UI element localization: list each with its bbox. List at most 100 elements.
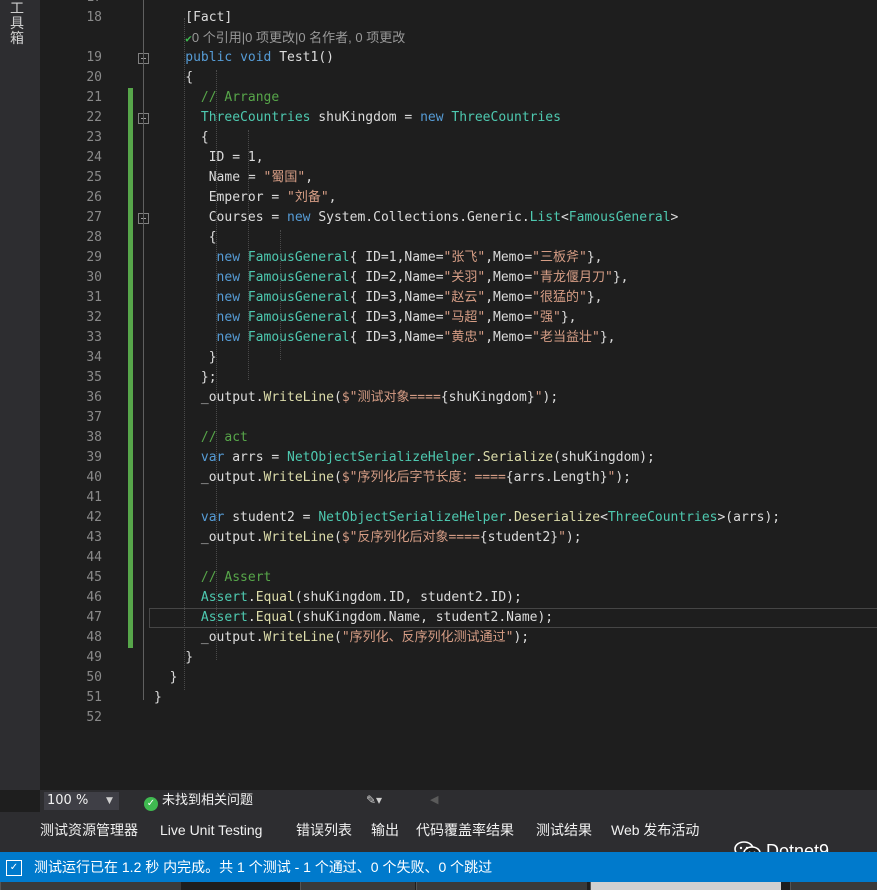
code-line[interactable]: new FamousGeneral{ ID=3,Name="黄忠",Memo="…	[217, 328, 616, 348]
code-line[interactable]: Emperor = "刘备",	[209, 188, 337, 208]
tab-code-coverage[interactable]: 代码覆盖率结果	[416, 821, 514, 839]
code-line[interactable]: _output.WriteLine($"测试对象===={shuKingdom}…	[201, 388, 558, 408]
tab-output[interactable]: 输出	[371, 821, 399, 839]
code-token: WriteLine	[263, 530, 334, 545]
code-line[interactable]: Courses = new System.Collections.Generic…	[209, 208, 679, 228]
code-token: WriteLine	[263, 630, 334, 645]
code-line[interactable]: new FamousGeneral{ ID=2,Name="关羽",Memo="…	[217, 268, 629, 288]
code-token: new	[287, 210, 311, 225]
tab-error-list[interactable]: 错误列表	[296, 821, 352, 839]
code-line[interactable]: };	[201, 368, 217, 388]
code-token: },	[599, 330, 616, 345]
code-line[interactable]: [Fact]	[185, 8, 232, 28]
test-status-icon[interactable]: ✓	[6, 860, 22, 876]
code-token: FamousGeneral	[247, 250, 350, 265]
code-line[interactable]: ✔0 个引用|0 项更改|0 名作者, 0 项更改	[185, 28, 405, 48]
line-number: 23	[86, 130, 102, 145]
code-token: "张飞"	[443, 250, 486, 265]
code-token: "关羽"	[443, 270, 486, 285]
change-marker	[128, 208, 133, 228]
code-editor[interactable]: [Fact] ✔0 个引用|0 项更改|0 名作者, 0 项更改 public vo…	[140, 0, 877, 790]
change-marker	[128, 308, 133, 328]
code-token: };	[200, 370, 217, 385]
tab-test-results[interactable]: 测试结果	[536, 821, 592, 839]
code-line[interactable]: // Assert	[201, 568, 271, 588]
change-marker	[128, 248, 133, 268]
code-token: );	[615, 470, 632, 485]
tab-test-explorer[interactable]: 测试资源管理器	[40, 821, 138, 839]
toolbox-panel[interactable]: 工具箱	[0, 0, 41, 790]
taskbar-item[interactable]	[590, 882, 781, 890]
code-token: ThreeCountries	[451, 110, 561, 125]
code-line[interactable]: Assert.Equal(shuKingdom.ID, student2.ID)…	[201, 588, 522, 608]
code-token: ,Memo=	[485, 310, 533, 325]
current-line-highlight	[149, 608, 877, 628]
code-token: FamousGeneral	[247, 270, 350, 285]
code-line[interactable]: var arrs = NetObjectSerializeHelper.Seri…	[201, 448, 655, 468]
line-number: 17	[40, 0, 102, 8]
taskbar-item[interactable]	[790, 882, 877, 890]
code-line[interactable]: new FamousGeneral{ ID=1,Name="张飞",Memo="…	[217, 248, 603, 268]
issues-indicator[interactable]: ✓ 未找到相关问题	[144, 792, 253, 811]
code-line[interactable]: var student2 = NetObjectSerializeHelper.…	[201, 508, 780, 528]
code-token: },	[586, 250, 603, 265]
change-marker	[128, 228, 133, 248]
taskbar-item[interactable]	[300, 882, 415, 890]
code-token: Serialize	[482, 450, 554, 465]
code-token: }	[154, 690, 162, 705]
code-line[interactable]: new FamousGeneral{ ID=3,Name="马超",Memo="…	[217, 308, 577, 328]
line-number: 27	[86, 210, 102, 225]
code-line[interactable]: // Arrange	[201, 88, 279, 108]
change-marker	[128, 268, 133, 288]
change-marker	[128, 348, 133, 368]
tab-live-unit-testing[interactable]: Live Unit Testing	[160, 821, 262, 839]
code-line[interactable]: new FamousGeneral{ ID=3,Name="赵云",Memo="…	[217, 288, 603, 308]
code-line[interactable]: // act	[201, 428, 248, 448]
line-number: 25	[86, 170, 102, 185]
taskbar-item[interactable]	[0, 882, 181, 890]
line-number: 32	[86, 310, 102, 325]
indent-guide	[280, 230, 281, 360]
test-passed-icon[interactable]: ✔	[185, 32, 192, 45]
code-token: ,	[305, 170, 314, 185]
tab-web-publish[interactable]: Web 发布活动	[611, 821, 699, 839]
change-marker	[128, 568, 133, 588]
code-token: WriteLine	[263, 470, 334, 485]
code-line[interactable]: _output.WriteLine($"序列化后字节长度：===={arrs.L…	[201, 468, 631, 488]
code-line[interactable]: }	[154, 688, 162, 708]
code-line[interactable]: _output.WriteLine("序列化、反序列化测试通过");	[201, 628, 529, 648]
code-line[interactable]: _output.WriteLine($"反序列化后对象===={student2…	[201, 528, 582, 548]
code-token: ,Memo=	[485, 290, 533, 305]
code-line[interactable]: {	[201, 128, 209, 148]
scroll-left-icon[interactable]: ◀	[430, 793, 438, 806]
codelens-info[interactable]: 0 个引用|0 项更改|0 名作者, 0 项更改	[192, 30, 405, 45]
code-line[interactable]: }	[170, 668, 178, 688]
line-number: 36	[86, 390, 102, 405]
line-number: 24	[86, 150, 102, 165]
change-marker	[128, 608, 133, 628]
code-token: _output.	[200, 530, 264, 545]
zoom-value: 100 %	[47, 793, 89, 808]
line-number: 28	[86, 230, 102, 245]
code-token: .	[474, 450, 483, 465]
taskbar-item[interactable]	[416, 882, 587, 890]
chevron-down-icon: ▼	[106, 796, 113, 806]
code-line[interactable]: ThreeCountries shuKingdom = new ThreeCou…	[201, 108, 561, 128]
code-token: arrs =	[224, 450, 288, 465]
code-line[interactable]: public void Test1()	[185, 48, 334, 68]
code-line[interactable]: }	[185, 648, 193, 668]
line-number: 18	[86, 10, 102, 25]
status-text: 测试运行已在 1.2 秒 内完成。共 1 个测试 - 1 个通过、0 个失败、0…	[34, 859, 493, 875]
code-token: new	[216, 330, 241, 345]
code-line[interactable]: Name = "蜀国",	[209, 168, 313, 188]
code-cleanup-icon[interactable]: ✎▾	[366, 793, 382, 807]
code-line[interactable]: {	[185, 68, 193, 88]
line-number: 31	[86, 290, 102, 305]
zoom-dropdown[interactable]: 100 % ▼	[44, 792, 119, 810]
code-token: "	[534, 390, 543, 405]
indent-guide	[216, 70, 217, 660]
code-token: new	[216, 310, 241, 325]
change-marker	[128, 388, 133, 408]
toolbox-label[interactable]: 工具箱	[10, 2, 26, 47]
